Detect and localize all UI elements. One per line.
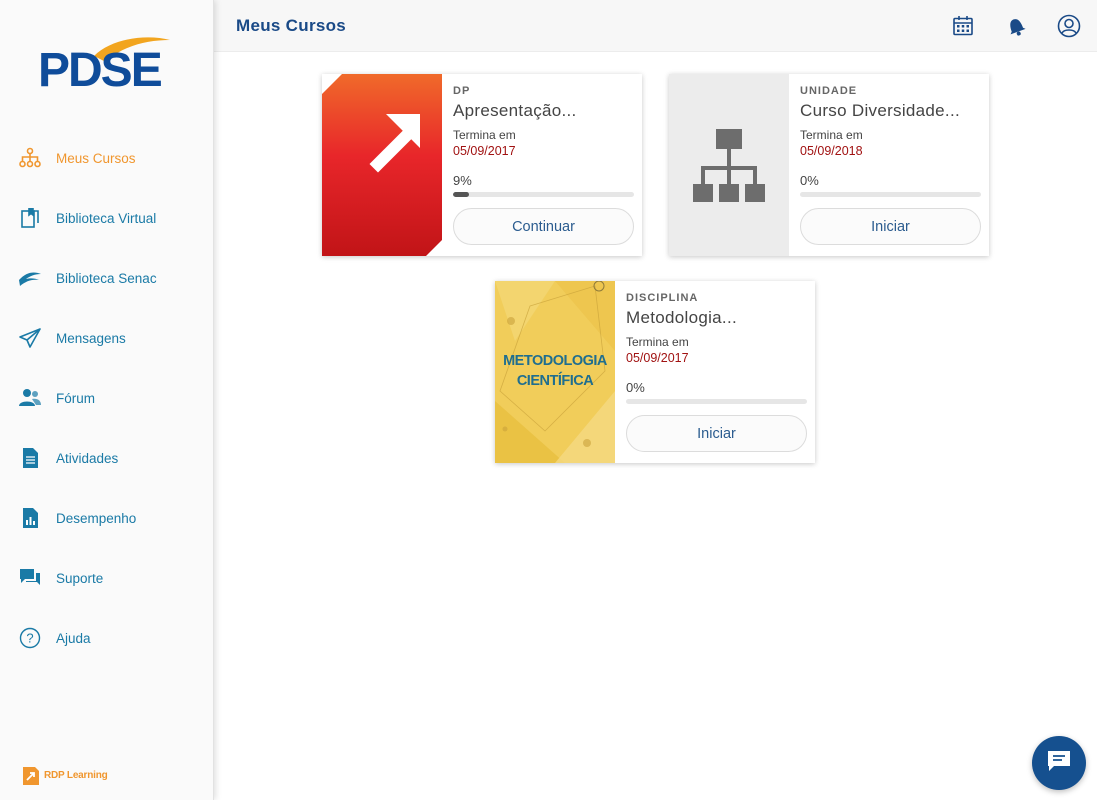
course-ends-label: Termina em <box>800 128 863 142</box>
rdp-logo-text: RDP Learning <box>44 769 108 781</box>
users-icon <box>18 386 42 410</box>
chat-bubbles-icon <box>18 566 42 590</box>
course-title[interactable]: Metodologia... <box>626 308 807 328</box>
bell-icon[interactable] <box>1004 14 1028 38</box>
course-thumbnail: METODOLOGIA CIENTÍFICA <box>495 281 615 463</box>
logo-text: PDSE <box>38 44 163 97</box>
sidebar: PDSE Meus Cursos Biblioteca Virtual Bibl… <box>0 0 214 800</box>
course-ends-date: 05/09/2017 <box>453 144 516 158</box>
sidebar-item-mensagens[interactable]: Mensagens <box>0 308 214 368</box>
rdp-logo-icon <box>23 767 39 785</box>
document-icon <box>18 446 42 470</box>
org-chart-icon <box>693 129 765 202</box>
sidebar-item-label: Mensagens <box>56 330 126 346</box>
senac-bird-icon <box>18 266 42 290</box>
course-kind: DP <box>453 85 471 97</box>
course-progress-bar <box>800 192 981 197</box>
course-card[interactable]: UNIDADE Curso Diversidade... Termina em … <box>669 74 989 256</box>
sidebar-item-meus-cursos[interactable]: Meus Cursos <box>0 128 214 188</box>
user-profile-icon[interactable] <box>1057 14 1081 38</box>
arrow-up-right-icon <box>322 74 442 256</box>
course-ends-label: Termina em <box>453 128 516 142</box>
sidebar-item-label: Fórum <box>56 390 96 406</box>
library-book-icon <box>18 206 42 230</box>
sidebar-item-biblioteca-senac[interactable]: Biblioteca Senac <box>0 248 214 308</box>
sidebar-item-forum[interactable]: Fórum <box>0 368 214 428</box>
course-kind: UNIDADE <box>800 85 858 97</box>
sidebar-item-atividades[interactable]: Atividades <box>0 428 214 488</box>
svg-text:?: ? <box>26 631 33 646</box>
chat-icon <box>1047 750 1071 777</box>
course-thumbnail-text: METODOLOGIA CIENTÍFICA <box>503 353 607 389</box>
course-kind: DISCIPLINA <box>626 292 699 304</box>
course-ends-date: 05/09/2017 <box>626 351 689 365</box>
sidebar-nav: Meus Cursos Biblioteca Virtual Bibliotec… <box>0 128 214 668</box>
top-header: Meus Cursos <box>214 0 1097 52</box>
calendar-icon[interactable] <box>951 14 975 38</box>
pdse-logo[interactable]: PDSE <box>38 34 178 96</box>
chart-document-icon <box>18 506 42 530</box>
start-button[interactable]: Iniciar <box>626 415 807 452</box>
sidebar-item-label: Meus Cursos <box>56 150 136 166</box>
course-card[interactable]: METODOLOGIA CIENTÍFICA DISCIPLINA Metodo… <box>495 281 815 463</box>
sidebar-item-biblioteca-virtual[interactable]: Biblioteca Virtual <box>0 188 214 248</box>
course-title[interactable]: Apresentação... <box>453 101 634 121</box>
course-card[interactable]: DP Apresentação... Termina em 05/09/2017… <box>322 74 642 256</box>
course-progress-text: 9% <box>453 173 472 188</box>
chat-fab-button[interactable] <box>1032 736 1086 790</box>
sidebar-item-label: Biblioteca Senac <box>56 270 157 286</box>
sidebar-item-label: Atividades <box>56 450 119 466</box>
course-ends-date: 05/09/2018 <box>800 144 863 158</box>
hierarchy-icon <box>18 146 42 170</box>
page-title: Meus Cursos <box>236 16 347 35</box>
course-thumbnail <box>322 74 442 256</box>
course-ends-label: Termina em <box>626 335 689 349</box>
sidebar-item-desempenho[interactable]: Desempenho <box>0 488 214 548</box>
rdp-learning-logo: RDP Learning <box>22 764 108 786</box>
course-progress-fill <box>453 192 470 197</box>
sidebar-item-label: Biblioteca Virtual <box>56 210 157 226</box>
course-progress-text: 0% <box>800 173 819 188</box>
course-progress-bar <box>453 192 634 197</box>
course-thumbnail <box>669 74 789 256</box>
sidebar-item-label: Ajuda <box>56 630 91 646</box>
sidebar-item-label: Suporte <box>56 570 104 586</box>
start-button[interactable]: Iniciar <box>800 208 981 245</box>
paper-plane-icon <box>18 326 42 350</box>
sidebar-item-suporte[interactable]: Suporte <box>0 548 214 608</box>
sidebar-item-label: Desempenho <box>56 510 137 526</box>
course-progress-bar <box>626 399 807 404</box>
help-circle-icon: ? <box>18 626 42 650</box>
course-title[interactable]: Curso Diversidade... <box>800 101 981 121</box>
sidebar-item-ajuda[interactable]: ? Ajuda <box>0 608 214 668</box>
course-progress-text: 0% <box>626 380 645 395</box>
continue-button[interactable]: Continuar <box>453 208 634 245</box>
